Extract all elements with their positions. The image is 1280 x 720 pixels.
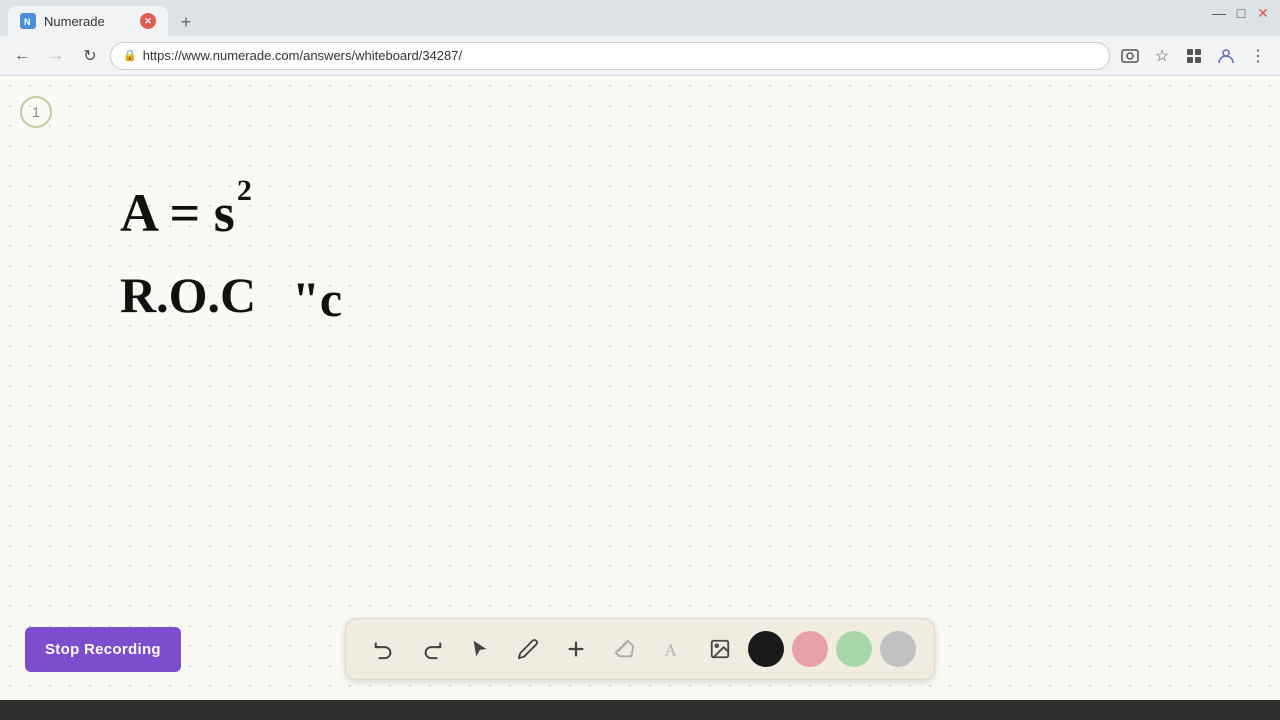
formula-line-2: R.O.C "c xyxy=(120,270,342,328)
browser-chrome: N Numerade ✕ + — □ ✕ ← → ↻ 🔒 https://www… xyxy=(0,0,1280,76)
close-button[interactable]: ✕ xyxy=(1254,4,1272,22)
text-tool-button[interactable]: A xyxy=(650,627,694,671)
back-button[interactable]: ← xyxy=(8,42,36,70)
formula2-cont: "c xyxy=(292,270,342,328)
page-indicator: 1 xyxy=(20,96,52,128)
minimize-button[interactable]: — xyxy=(1210,4,1228,22)
maximize-button[interactable]: □ xyxy=(1232,4,1250,22)
stop-recording-button[interactable]: Stop Recording xyxy=(25,627,181,672)
whiteboard-area[interactable]: 1 A = s 2 R.O.C "c Stop Recording xyxy=(0,76,1280,700)
forward-button[interactable]: → xyxy=(42,42,70,70)
new-tab-button[interactable]: + xyxy=(172,8,200,36)
nav-actions: ☆ ⋮ xyxy=(1116,42,1272,70)
image-icon xyxy=(709,638,731,660)
extensions-button[interactable] xyxy=(1180,42,1208,70)
reload-button[interactable]: ↻ xyxy=(76,42,104,70)
url-text: https://www.numerade.com/answers/whitebo… xyxy=(143,48,462,63)
lock-icon: 🔒 xyxy=(123,49,137,62)
screenshot-button[interactable] xyxy=(1116,42,1144,70)
svg-text:N: N xyxy=(24,17,31,27)
undo-button[interactable] xyxy=(362,627,406,671)
tab-favicon: N xyxy=(20,13,36,29)
address-bar[interactable]: 🔒 https://www.numerade.com/answers/white… xyxy=(110,42,1110,70)
tab-bar: N Numerade ✕ + — □ ✕ xyxy=(0,0,1280,36)
color-pink-button[interactable] xyxy=(792,631,828,667)
nav-bar: ← → ↻ 🔒 https://www.numerade.com/answers… xyxy=(0,36,1280,76)
pen-icon xyxy=(517,638,539,660)
active-tab[interactable]: N Numerade ✕ xyxy=(8,6,168,36)
select-tool-button[interactable] xyxy=(458,627,502,671)
eraser-button[interactable] xyxy=(602,627,646,671)
redo-button[interactable] xyxy=(410,627,454,671)
eraser-icon xyxy=(613,638,635,660)
menu-button[interactable]: ⋮ xyxy=(1244,42,1272,70)
drawing-toolbar: A xyxy=(345,618,935,680)
formula-line-1: A = s 2 xyxy=(120,186,342,240)
text-icon: A xyxy=(661,638,683,660)
formula1-text: A = s xyxy=(120,186,235,240)
tab-close-button[interactable]: ✕ xyxy=(140,13,156,29)
color-black-button[interactable] xyxy=(748,631,784,667)
profile-button[interactable] xyxy=(1212,42,1240,70)
add-button[interactable] xyxy=(554,627,598,671)
plus-icon xyxy=(565,638,587,660)
svg-text:A: A xyxy=(665,640,677,659)
formula1-exponent: 2 xyxy=(237,176,252,206)
undo-icon xyxy=(373,638,395,660)
cursor-icon xyxy=(469,638,491,660)
color-gray-button[interactable] xyxy=(880,631,916,667)
tab-title: Numerade xyxy=(44,14,105,29)
bookmark-button[interactable]: ☆ xyxy=(1148,42,1176,70)
color-green-button[interactable] xyxy=(836,631,872,667)
pen-tool-button[interactable] xyxy=(506,627,550,671)
redo-icon xyxy=(421,638,443,660)
formula2-text: R.O.C xyxy=(120,270,256,320)
image-button[interactable] xyxy=(698,627,742,671)
math-content: A = s 2 R.O.C "c xyxy=(120,186,342,358)
